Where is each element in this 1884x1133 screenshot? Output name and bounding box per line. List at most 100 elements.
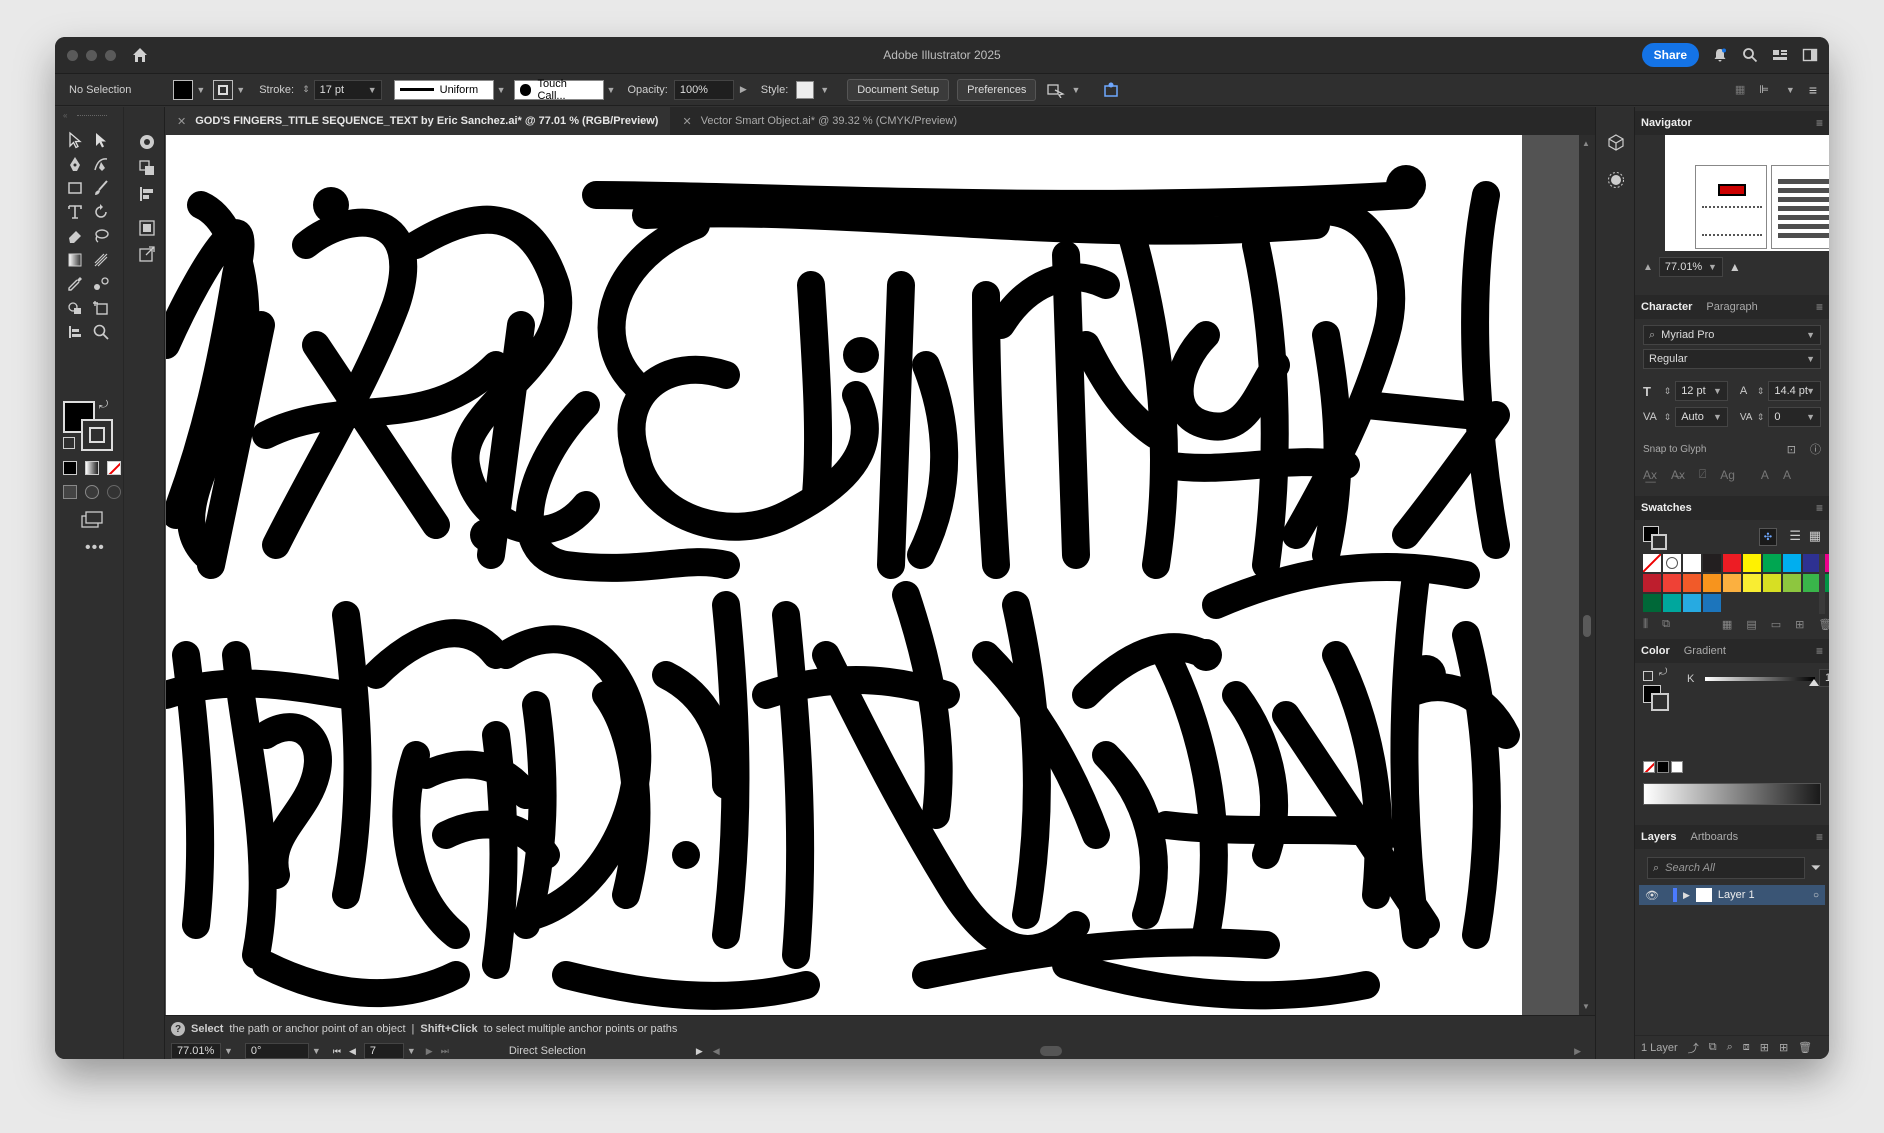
- layer-name[interactable]: Layer 1: [1718, 889, 1755, 901]
- navigator-tab[interactable]: Navigator: [1641, 117, 1692, 129]
- rotation-field[interactable]: 0°: [244, 1043, 309, 1059]
- new-layer-icon[interactable]: ⊞: [1779, 1041, 1788, 1054]
- eraser-tool-icon[interactable]: [64, 225, 86, 247]
- stroke-weight-field[interactable]: 17 pt ▼: [313, 79, 382, 100]
- tab-layers[interactable]: Layers: [1641, 831, 1676, 843]
- align-panel-icon[interactable]: [138, 185, 156, 206]
- edit-toolbar-icon[interactable]: •••: [85, 539, 105, 557]
- tab-gradient[interactable]: Gradient: [1684, 645, 1726, 657]
- panel-menu-icon[interactable]: ≡: [1816, 116, 1823, 130]
- chevron-down-icon[interactable]: ▼: [312, 1046, 321, 1056]
- default-fill-stroke-icon[interactable]: [63, 437, 75, 449]
- k-channel-slider[interactable]: [1705, 677, 1815, 681]
- k-value-field[interactable]: 100: [1819, 669, 1829, 687]
- locate-object-icon[interactable]: ⌕: [1727, 1041, 1733, 1054]
- swatch-stroke-indicator[interactable]: [1651, 534, 1667, 550]
- align-left-icon[interactable]: ⊫: [1759, 83, 1769, 96]
- slider-handle[interactable]: [1809, 679, 1819, 686]
- workspace-switcher-icon[interactable]: [1771, 46, 1789, 64]
- font-style-select[interactable]: Regular ▼: [1643, 349, 1821, 369]
- stroke-stepper-icon[interactable]: ⇕: [302, 84, 310, 95]
- export-layer-icon[interactable]: ⤴: [1688, 1040, 1699, 1056]
- next-artboard-icon[interactable]: ▶: [426, 1046, 433, 1057]
- color-swatch[interactable]: [1683, 594, 1701, 612]
- font-size-stepper-icon[interactable]: ⇕: [1664, 386, 1672, 397]
- color-swatch[interactable]: [1743, 574, 1761, 592]
- zoom-level-field[interactable]: 77.01%: [171, 1043, 221, 1059]
- tab-swatches[interactable]: Swatches: [1641, 502, 1692, 514]
- chevron-down-icon[interactable]: ▼: [1713, 386, 1722, 396]
- direct-selection-tool-icon[interactable]: [90, 129, 112, 151]
- document-setup-button[interactable]: Document Setup: [847, 78, 950, 101]
- color-swatch[interactable]: [1643, 594, 1661, 612]
- artboard-tool-icon[interactable]: [90, 297, 112, 319]
- appearance-icon[interactable]: [1607, 171, 1625, 192]
- color-swatch[interactable]: [1683, 554, 1701, 572]
- fill-color-swatch[interactable]: [173, 79, 194, 100]
- tab-vector-smart-object[interactable]: ✕ Vector Smart Object.ai* @ 39.32 % (CMY…: [670, 107, 969, 135]
- mesh-tool-icon[interactable]: [90, 249, 112, 271]
- previous-artboard-icon[interactable]: ◀: [349, 1046, 356, 1057]
- panel-menu-icon[interactable]: ≡: [1816, 501, 1823, 515]
- close-tab-icon[interactable]: ✕: [682, 115, 691, 128]
- layer-row[interactable]: 👁 ▶ Layer 1 ○: [1639, 885, 1825, 905]
- collect-for-export-icon[interactable]: ⧈: [1743, 1041, 1750, 1054]
- horizontal-scroll-thumb[interactable]: [1039, 1046, 1062, 1056]
- color-swatch[interactable]: [1703, 554, 1721, 572]
- expand-layer-icon[interactable]: ▶: [1683, 890, 1690, 901]
- chevron-down-icon[interactable]: ▼: [497, 85, 506, 95]
- export-panel-icon[interactable]: [138, 245, 156, 266]
- panel-menu-icon[interactable]: ≡: [1816, 830, 1823, 844]
- chevron-down-icon[interactable]: ▼: [1806, 412, 1815, 422]
- lasso-tool-icon[interactable]: [90, 225, 112, 247]
- color-swatch[interactable]: [1783, 574, 1801, 592]
- home-icon[interactable]: [130, 45, 150, 65]
- glyph-bounds-snap-icon[interactable]: ⍁: [1699, 467, 1706, 482]
- chevron-down-icon[interactable]: ▼: [1713, 412, 1722, 422]
- first-artboard-icon[interactable]: ⏮: [333, 1046, 341, 1057]
- none-color-icon[interactable]: [1643, 761, 1655, 773]
- delete-swatch-icon[interactable]: 🗑: [1818, 618, 1829, 631]
- color-swatch[interactable]: [1683, 574, 1701, 592]
- kerning-stepper-icon[interactable]: ⇕: [1664, 412, 1672, 423]
- blend-tool-icon[interactable]: [90, 273, 112, 295]
- leading-field[interactable]: 14.4 pt ▼: [1768, 381, 1822, 401]
- swatch-grid-toggle-icon[interactable]: ✣: [1759, 528, 1777, 546]
- search-icon[interactable]: [1741, 46, 1759, 64]
- font-family-select[interactable]: ⌕ Myriad Pro ▼: [1643, 325, 1821, 345]
- curvature-tool-icon[interactable]: [90, 153, 112, 175]
- panel-menu-icon[interactable]: ≡: [1816, 300, 1823, 314]
- zoom-window-button[interactable]: [105, 49, 116, 61]
- new-sublayer-icon[interactable]: ⊞: [1760, 1041, 1769, 1054]
- minimize-window-button[interactable]: [86, 49, 97, 61]
- brush-lettering-artwork[interactable]: [166, 135, 1522, 1020]
- color-swatch[interactable]: [1703, 594, 1721, 612]
- recolor-artwork-icon[interactable]: [1102, 81, 1120, 99]
- shape-builder-tool-icon[interactable]: [64, 297, 86, 319]
- color-stroke-indicator[interactable]: [1651, 693, 1669, 711]
- graphic-style-swatch[interactable]: [796, 80, 815, 99]
- swatch-scrollbar[interactable]: [1819, 554, 1825, 614]
- notification-bell-icon[interactable]: [1711, 46, 1729, 64]
- color-swatch[interactable]: [1663, 594, 1681, 612]
- chevron-down-icon[interactable]: ▼: [820, 85, 829, 95]
- tracking-field[interactable]: 0 ▼: [1768, 407, 1822, 427]
- delete-layer-icon[interactable]: 🗑: [1798, 1041, 1812, 1054]
- draw-normal-icon[interactable]: [63, 485, 77, 499]
- list-view-icon[interactable]: ☰: [1789, 528, 1801, 544]
- black-color-chip[interactable]: [1657, 761, 1669, 773]
- chevron-down-icon[interactable]: ▼: [407, 1046, 416, 1056]
- visibility-eye-icon[interactable]: 👁: [1645, 889, 1659, 902]
- paintbrush-tool-icon[interactable]: [90, 177, 112, 199]
- color-swatch[interactable]: [1723, 574, 1741, 592]
- arrange-documents-icon[interactable]: [1046, 82, 1068, 98]
- properties-panel-icon[interactable]: [138, 133, 156, 154]
- proximity-guides-icon[interactable]: Ag: [1720, 468, 1735, 482]
- chevron-down-icon[interactable]: ▼: [1071, 85, 1080, 95]
- panel-menu-icon[interactable]: ≡: [1816, 644, 1823, 658]
- last-artboard-icon[interactable]: ⏭: [441, 1046, 449, 1057]
- tab-paragraph[interactable]: Paragraph: [1706, 301, 1757, 313]
- pen-tool-icon[interactable]: [64, 153, 86, 175]
- x-height-snap-icon[interactable]: A̶x: [1671, 468, 1685, 482]
- type-tool-icon[interactable]: [64, 201, 86, 223]
